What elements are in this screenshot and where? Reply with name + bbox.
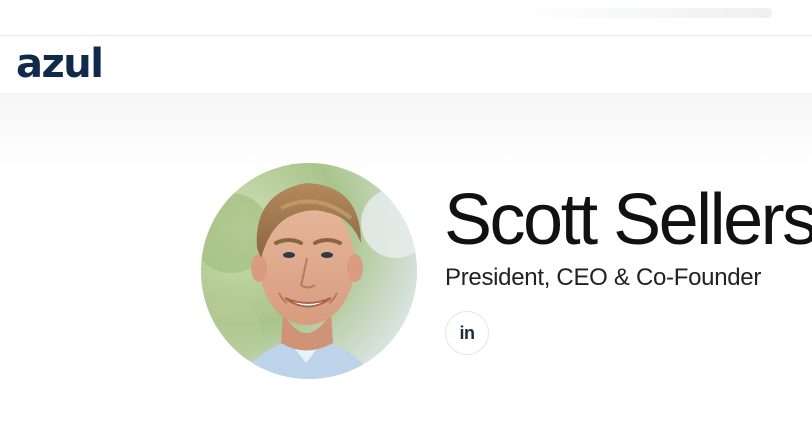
profile-title: President, CEO & Co-Founder xyxy=(445,264,762,291)
linkedin-icon: in xyxy=(459,322,476,343)
profile-photo-image xyxy=(201,163,417,379)
azul-logo[interactable]: azul xyxy=(16,42,104,86)
linkedin-button[interactable]: in xyxy=(445,311,489,355)
top-utility-bar xyxy=(0,0,812,36)
top-utility-links-faded xyxy=(512,8,772,18)
profile-name: Scott Sellers xyxy=(444,180,812,260)
profile-photo xyxy=(201,163,417,379)
site-header: azul xyxy=(0,36,812,93)
